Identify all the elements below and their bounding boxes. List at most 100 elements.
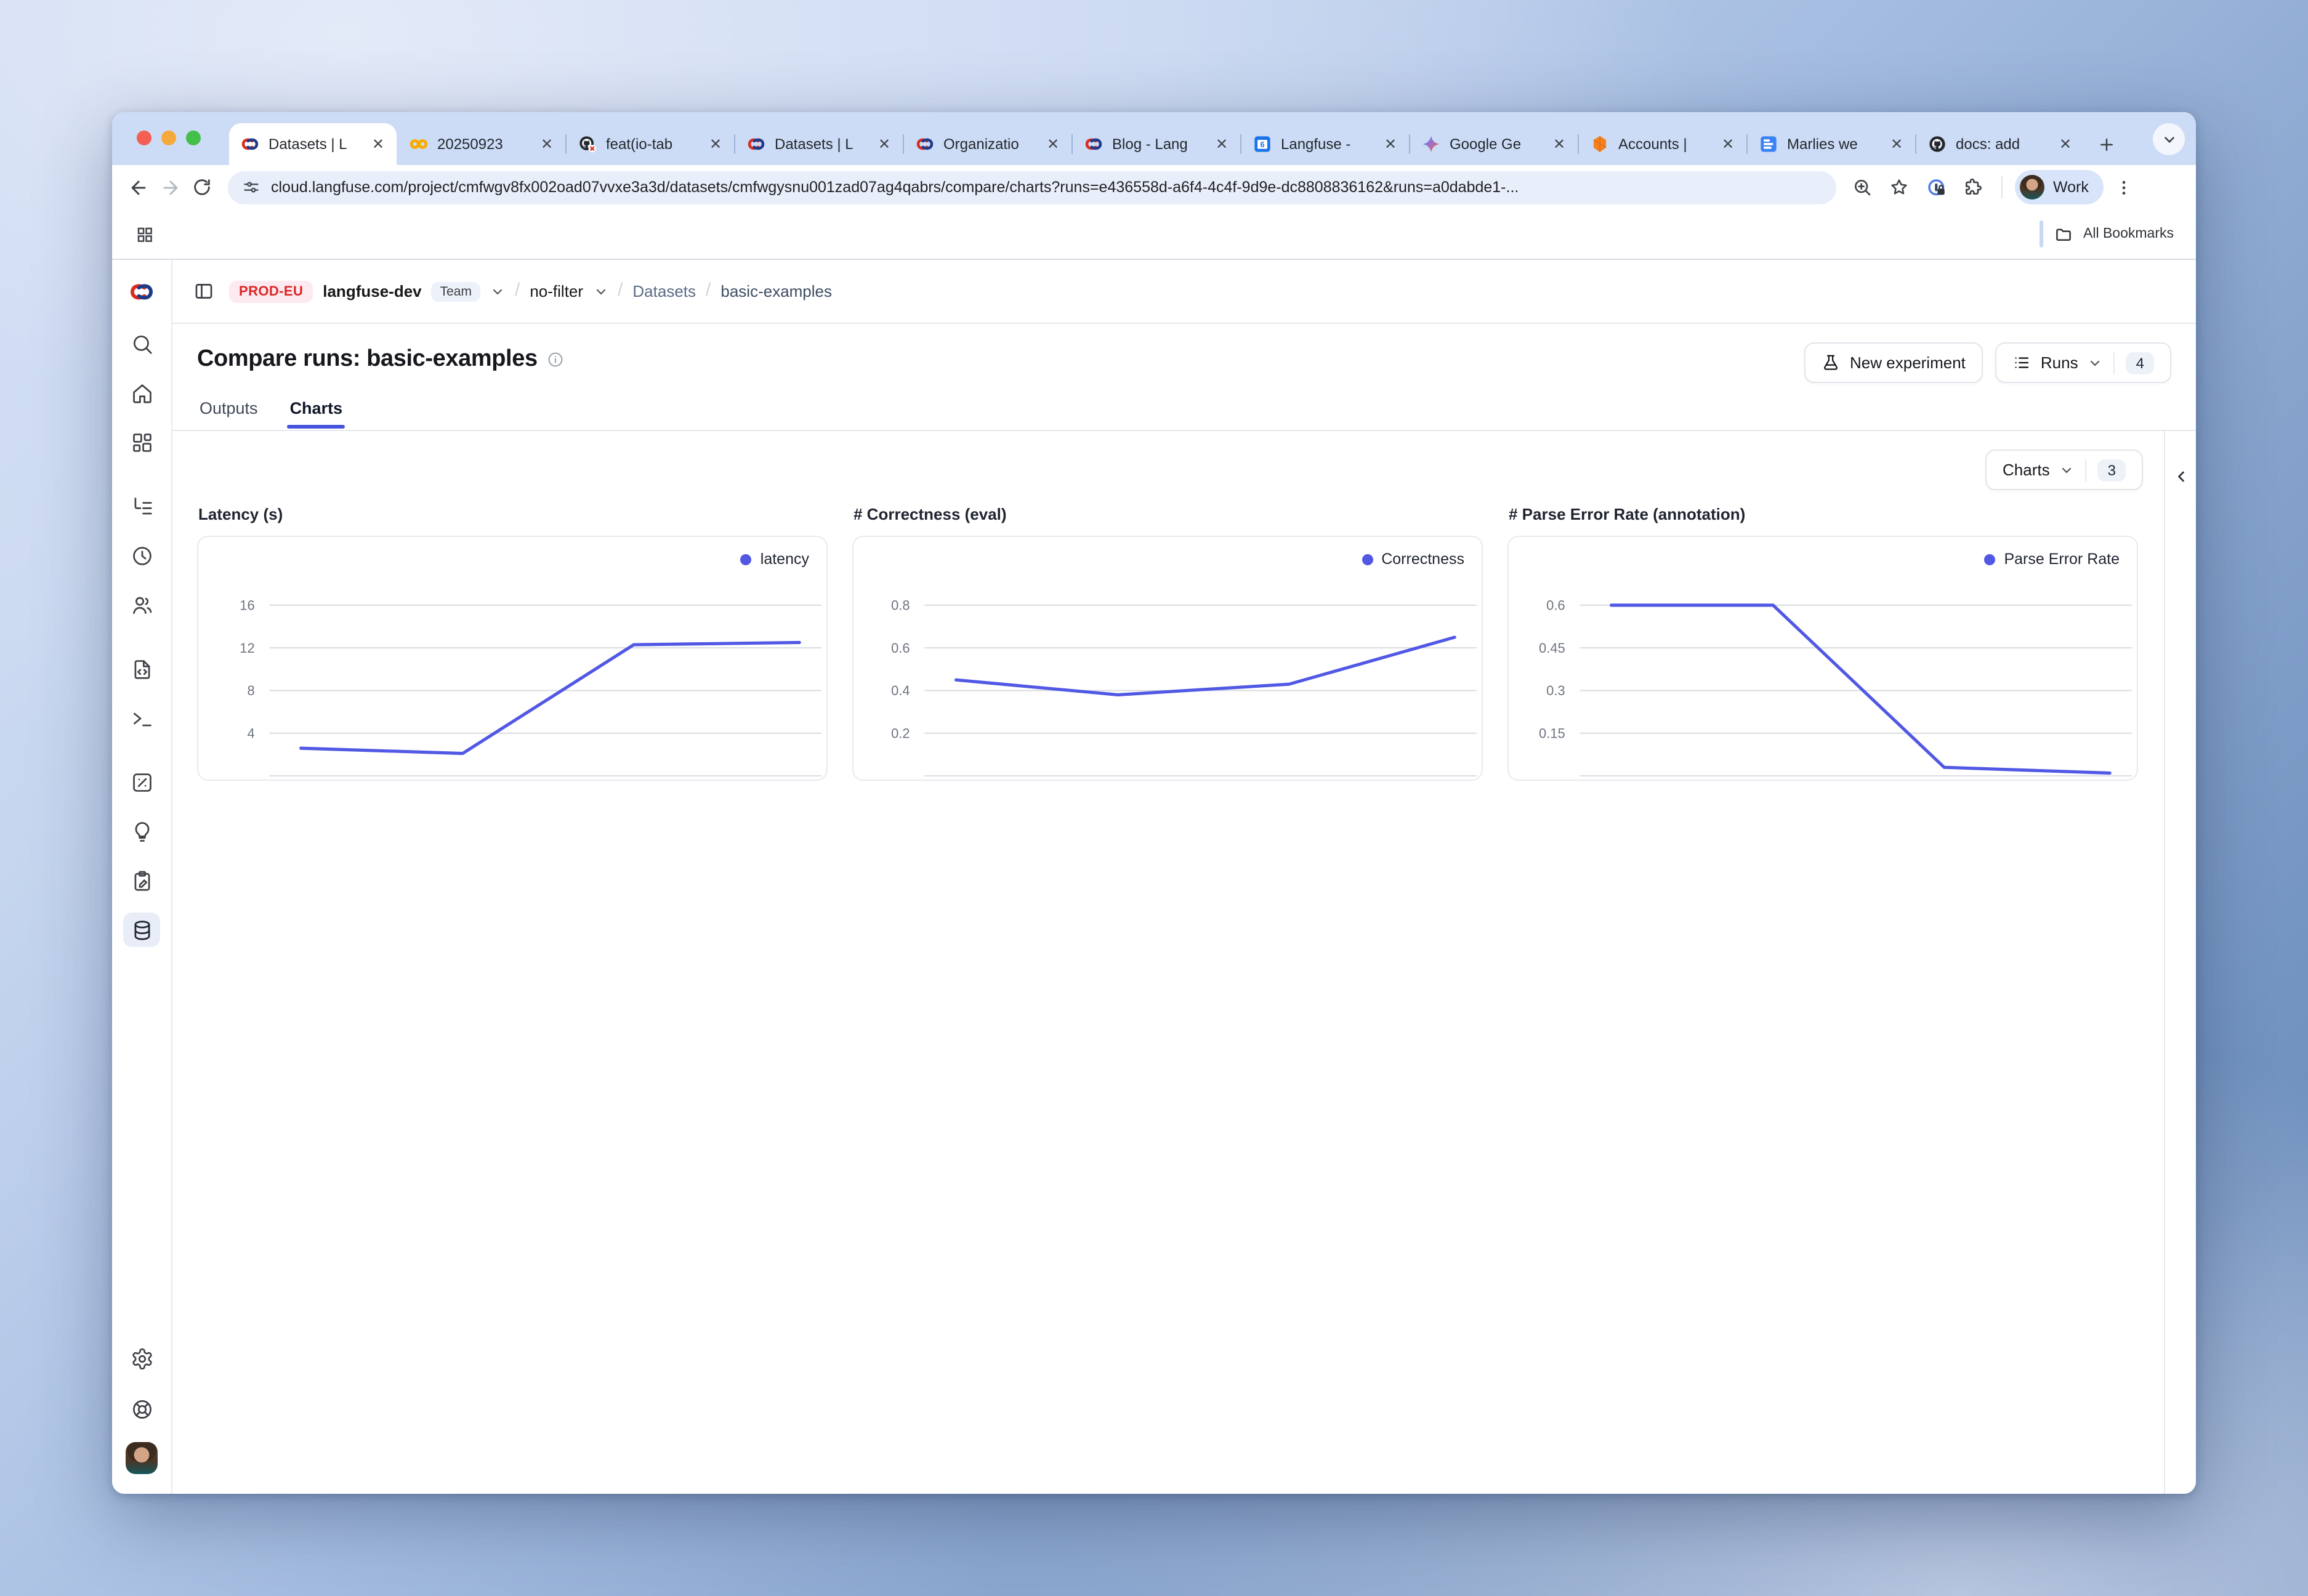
tab-close-button[interactable]: ✕ bbox=[1213, 135, 1230, 153]
gear-icon bbox=[130, 1347, 153, 1370]
user-avatar[interactable] bbox=[126, 1442, 158, 1474]
sidebar-item-playground[interactable] bbox=[123, 701, 160, 735]
all-bookmarks[interactable]: All Bookmarks bbox=[2039, 220, 2174, 248]
chart-legend: latency bbox=[741, 550, 809, 568]
breadcrumb-datasets-link[interactable]: Datasets bbox=[632, 282, 696, 300]
support-button[interactable] bbox=[123, 1392, 160, 1426]
forward-button[interactable] bbox=[154, 171, 186, 203]
playground-icon bbox=[130, 706, 153, 730]
browser-tab[interactable]: 20250923✕ bbox=[398, 123, 565, 165]
org-type-badge: Team bbox=[432, 281, 480, 301]
maximize-window-button[interactable] bbox=[186, 131, 201, 145]
page-title: Compare runs: basic-examples bbox=[197, 346, 538, 373]
browser-tab[interactable]: feat(io-tab ✕ bbox=[567, 123, 734, 165]
home-icon bbox=[130, 381, 153, 405]
charts-dropdown-button[interactable]: Charts 3 bbox=[1985, 449, 2143, 490]
browser-tab[interactable]: 6Langfuse -✕ bbox=[1241, 123, 1409, 165]
sidebar-item-tracing[interactable] bbox=[123, 489, 160, 523]
tab-close-button[interactable]: ✕ bbox=[2057, 135, 2074, 153]
tab-search-chevron-button[interactable] bbox=[2153, 123, 2185, 155]
svg-text:0.6: 0.6 bbox=[1546, 598, 1565, 613]
tab-label: feat(io-tab bbox=[606, 135, 702, 153]
url-bar[interactable]: cloud.langfuse.com/project/cmfwgv8fx002o… bbox=[228, 171, 1836, 204]
reload-button[interactable] bbox=[186, 171, 218, 203]
toolbar-actions: Work bbox=[1846, 170, 2141, 204]
apps-grid-icon[interactable] bbox=[128, 218, 160, 250]
life-buoy-icon bbox=[130, 1397, 153, 1421]
info-icon[interactable] bbox=[547, 351, 565, 368]
bookmark-star-icon[interactable] bbox=[1883, 171, 1915, 203]
profile-button[interactable]: Work bbox=[2015, 170, 2104, 204]
project-switcher-chevron[interactable] bbox=[593, 284, 608, 299]
charts-label: Charts bbox=[2003, 461, 2050, 479]
chart-panel[interactable]: 161284 latency bbox=[197, 536, 828, 781]
sidebar-item-prompts[interactable] bbox=[123, 651, 160, 686]
langfuse-logo[interactable] bbox=[128, 260, 155, 324]
tab-close-button[interactable]: ✕ bbox=[1382, 135, 1399, 153]
search-icon bbox=[130, 332, 153, 355]
svg-text:16: 16 bbox=[240, 598, 254, 613]
browser-tab[interactable]: Datasets | L✕ bbox=[229, 123, 397, 165]
profile-label: Work bbox=[2053, 179, 2089, 196]
new-tab-button[interactable] bbox=[2091, 129, 2121, 159]
settings-button[interactable] bbox=[123, 1341, 160, 1376]
github-x-icon bbox=[578, 134, 597, 154]
browser-tab[interactable]: docs: add✕ bbox=[1916, 123, 2084, 165]
window-controls bbox=[137, 131, 201, 145]
browser-tab[interactable]: Google Ge ✕ bbox=[1410, 123, 1578, 165]
breadcrumb-current-item[interactable]: basic-examples bbox=[720, 282, 832, 300]
browser-tab[interactable]: Accounts | ✕ bbox=[1579, 123, 1746, 165]
tab-close-button[interactable]: ✕ bbox=[1551, 135, 1568, 153]
browser-menu-button[interactable] bbox=[2108, 171, 2141, 203]
browser-tab[interactable]: Marlies we✕ bbox=[1748, 123, 1915, 165]
sidebar-item-scores[interactable] bbox=[123, 765, 160, 799]
sidebar-toggle-icon[interactable] bbox=[187, 275, 219, 307]
minimize-window-button[interactable] bbox=[161, 131, 176, 145]
tab-close-button[interactable]: ✕ bbox=[1044, 135, 1062, 153]
browser-tab-strip: Datasets | L✕20250923✕feat(io-tab✕Datase… bbox=[112, 112, 2196, 165]
chart-parse-error-rate: # Parse Error Rate (annotation) 0.60.450… bbox=[1507, 505, 2138, 781]
sidebar-item-insights[interactable] bbox=[123, 814, 160, 848]
datasets-icon bbox=[130, 918, 153, 941]
chart-panel[interactable]: 0.80.60.40.2 Correctness bbox=[852, 536, 1483, 781]
close-window-button[interactable] bbox=[137, 131, 151, 145]
sidebar-item-dashboard[interactable] bbox=[123, 425, 160, 459]
sidebar-item-annotation[interactable] bbox=[123, 863, 160, 898]
back-button[interactable] bbox=[122, 171, 154, 203]
sidebar-item-users[interactable] bbox=[123, 587, 160, 622]
legend-label: latency bbox=[761, 550, 809, 568]
tab-close-button[interactable]: ✕ bbox=[369, 135, 387, 153]
browser-tab[interactable]: Datasets | L✕ bbox=[735, 123, 903, 165]
langfuse-icon bbox=[746, 134, 766, 154]
button-separator bbox=[2114, 352, 2115, 374]
browser-tab[interactable]: Organizatio✕ bbox=[904, 123, 1071, 165]
tab-close-button[interactable]: ✕ bbox=[538, 135, 555, 153]
tab-outputs[interactable]: Outputs bbox=[200, 399, 258, 429]
tab-close-button[interactable]: ✕ bbox=[1888, 135, 1905, 153]
chart-panel[interactable]: 0.60.450.30.15 Parse Error Rate bbox=[1507, 536, 2138, 781]
tab-label: Accounts | bbox=[1618, 135, 1714, 153]
sidebar-item-search[interactable] bbox=[123, 326, 160, 361]
new-experiment-button[interactable]: New experiment bbox=[1804, 342, 1983, 383]
tab-charts[interactable]: Charts bbox=[290, 399, 343, 429]
runs-dropdown-button[interactable]: Runs 4 bbox=[1995, 342, 2171, 383]
project-name[interactable]: no-filter bbox=[530, 282, 583, 300]
tab-label: Google Ge bbox=[1450, 135, 1546, 153]
charts-content: Charts 3 Latency (s) 161284 bbox=[172, 431, 2196, 1494]
extensions-puzzle-icon[interactable] bbox=[1957, 171, 1989, 203]
collapse-panel-chevron[interactable] bbox=[2173, 468, 2190, 485]
sidebar-item-datasets[interactable] bbox=[123, 913, 160, 947]
sidebar-item-sessions[interactable] bbox=[123, 538, 160, 573]
sidebar-item-home[interactable] bbox=[123, 376, 160, 410]
browser-tab[interactable]: Blog - Lang✕ bbox=[1073, 123, 1240, 165]
tab-close-button[interactable]: ✕ bbox=[1719, 135, 1737, 153]
browser-toolbar: cloud.langfuse.com/project/cmfwgv8fx002o… bbox=[112, 165, 2196, 209]
tab-close-button[interactable]: ✕ bbox=[707, 135, 724, 153]
password-extension-icon[interactable] bbox=[1920, 171, 1952, 203]
zoom-page-icon[interactable] bbox=[1846, 171, 1878, 203]
tab-close-button[interactable]: ✕ bbox=[876, 135, 893, 153]
org-name[interactable]: langfuse-dev bbox=[323, 282, 421, 300]
colab-icon bbox=[409, 134, 429, 154]
tracing-icon bbox=[130, 494, 153, 518]
org-switcher-chevron[interactable] bbox=[490, 284, 505, 299]
